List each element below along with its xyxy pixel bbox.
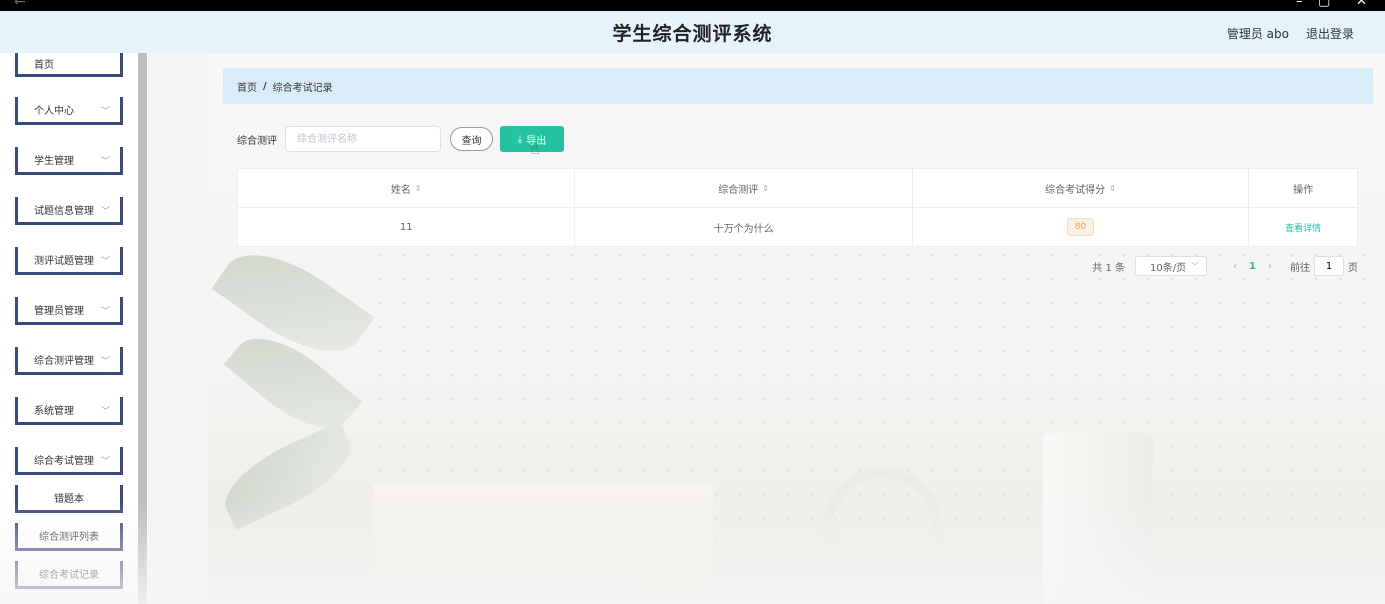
next-page-icon[interactable]: ›	[1268, 261, 1272, 272]
app-title: 学生综合测评系统	[612, 23, 773, 45]
logout-link[interactable]: 退出登录	[1306, 25, 1354, 42]
cell-evaluation: 十万个为什么	[575, 208, 913, 246]
maximize-icon[interactable]: ▢	[1318, 0, 1330, 9]
search-label: 综合测评	[237, 135, 277, 147]
sidebar-item[interactable]: 个人中心 ﹀	[15, 97, 123, 125]
sidebar-item[interactable]: 管理员管理 ﹀	[15, 297, 123, 325]
table-header-row: 姓名 ⇕ 综合测评 ⇕ 综合考试得分 ⇕ 操作	[238, 169, 1357, 208]
pagination-total: 共 1 条	[1092, 262, 1126, 274]
background-cylinder	[1043, 433, 1153, 604]
download-icon: ⤓	[517, 133, 523, 145]
breadcrumb-current: 综合考试记录	[272, 82, 333, 94]
breadcrumb: 首页 / 综合考试记录	[223, 68, 1373, 104]
cell-name: 11	[238, 208, 576, 246]
chevron-down-icon: ﹀	[1191, 261, 1200, 271]
sidebar-item[interactable]: 首页	[15, 53, 123, 77]
sidebar-subitem[interactable]: 错题本	[15, 485, 123, 513]
minimize-icon[interactable]: –	[1296, 0, 1303, 9]
goto-suffix: 页	[1348, 262, 1358, 274]
sidebar-item-label: 综合考试管理	[34, 456, 94, 467]
sort-icon[interactable]: ⇕	[762, 184, 769, 193]
chevron-down-icon: ﹀	[100, 107, 110, 117]
cell-action: 查看详情	[1249, 208, 1357, 246]
column-header-score[interactable]: 综合考试得分 ⇕	[913, 169, 1250, 207]
breadcrumb-home[interactable]: 首页	[237, 79, 257, 94]
main-content: 首页 / 综合考试记录 综合测评 查询 ⤓ 导出 ☝ 姓名⇕ 综合测评⇕ 综合考…	[208, 53, 1385, 604]
sidebar-subitem-label: 错题本	[54, 494, 84, 505]
hand-cursor-icon: ☝	[530, 139, 540, 158]
sidebar-item[interactable]: 试题信息管理 ﹀	[15, 197, 123, 225]
cell-score: 80	[913, 208, 1250, 246]
score-badge: 80	[1066, 218, 1095, 236]
breadcrumb-separator: /	[263, 80, 267, 92]
sidebar-item-label: 综合测评管理	[34, 356, 94, 367]
chevron-down-icon: ﹀	[100, 357, 110, 367]
sidebar-subitem[interactable]: 综合测评列表	[15, 523, 123, 551]
chevron-down-icon: ﹀	[100, 307, 110, 317]
page-number-current[interactable]: 1	[1249, 261, 1256, 272]
sidebar-item-label: 个人中心	[34, 106, 74, 117]
chevron-down-icon: ﹀	[100, 257, 110, 267]
search-input[interactable]	[285, 126, 441, 152]
sidebar-item-label: 学生管理	[34, 156, 74, 167]
page-size-select[interactable]: 10条/页 ﹀	[1135, 256, 1208, 276]
chevron-down-icon: ﹀	[100, 407, 110, 417]
records-table: 姓名 ⇕ 综合测评 ⇕ 综合考试得分 ⇕ 操作 11 十万个为什么 80 查看详情	[237, 168, 1358, 247]
sidebar-item[interactable]: 系统管理 ﹀	[15, 397, 123, 425]
prev-page-icon[interactable]: ‹	[1233, 261, 1237, 272]
sidebar-item-label: 管理员管理	[34, 306, 84, 317]
sidebar-subitem[interactable]: 综合考试记录	[15, 561, 123, 589]
column-header-evaluation[interactable]: 综合测评 ⇕	[575, 169, 913, 207]
chevron-down-icon: ﹀	[100, 457, 110, 467]
goto-prefix: 前往	[1290, 262, 1310, 274]
chevron-down-icon: ﹀	[100, 157, 110, 167]
background-block	[373, 483, 713, 604]
column-header-action: 操作	[1293, 184, 1314, 196]
window-titlebar: ← – ▢ ✕	[0, 0, 1385, 11]
chevron-down-icon: ﹀	[100, 207, 110, 217]
sidebar-item[interactable]: 测评试题管理 ﹀	[15, 247, 123, 275]
sidebar-item-label: 系统管理	[34, 406, 74, 417]
sidebar-subitem-label: 综合考试记录	[39, 570, 99, 581]
view-detail-link[interactable]: 查看详情	[1285, 221, 1321, 234]
back-arrow-icon[interactable]: ←	[14, 0, 26, 10]
search-bar: 综合测评 查询 ⤓ 导出	[237, 126, 564, 152]
sidebar-item-label: 首页	[34, 60, 54, 71]
background-leaf	[212, 420, 364, 531]
page-size-value: 10条/页	[1150, 262, 1187, 274]
sidebar-item-label: 测评试题管理	[34, 256, 94, 267]
pagination: 共 1 条 10条/页 ﹀ ‹ 1 › 前往 页	[1092, 256, 1358, 276]
table-row: 11 十万个为什么 80 查看详情	[238, 208, 1357, 246]
app-header: 学生综合测评系统 管理员 abo 退出登录	[0, 11, 1385, 53]
sidebar	[0, 53, 148, 604]
background-ring	[823, 468, 943, 588]
goto-page-input[interactable]	[1314, 256, 1344, 276]
sort-icon[interactable]: ⇕	[415, 184, 422, 193]
sidebar-subitem-label: 综合测评列表	[39, 532, 99, 543]
current-user-label: 管理员 abo	[1226, 27, 1289, 41]
sidebar-item-label: 试题信息管理	[34, 206, 94, 217]
column-header-name[interactable]: 姓名 ⇕	[238, 169, 576, 207]
close-icon[interactable]: ✕	[1356, 0, 1367, 9]
sidebar-item[interactable]: 综合考试管理 ﹀	[15, 447, 123, 475]
sidebar-scrollbar[interactable]	[138, 53, 147, 604]
sort-icon[interactable]: ⇕	[1109, 184, 1116, 193]
sidebar-item[interactable]: 学生管理 ﹀	[15, 147, 123, 175]
query-button[interactable]: 查询	[450, 127, 493, 151]
sidebar-item[interactable]: 综合测评管理 ﹀	[15, 347, 123, 375]
